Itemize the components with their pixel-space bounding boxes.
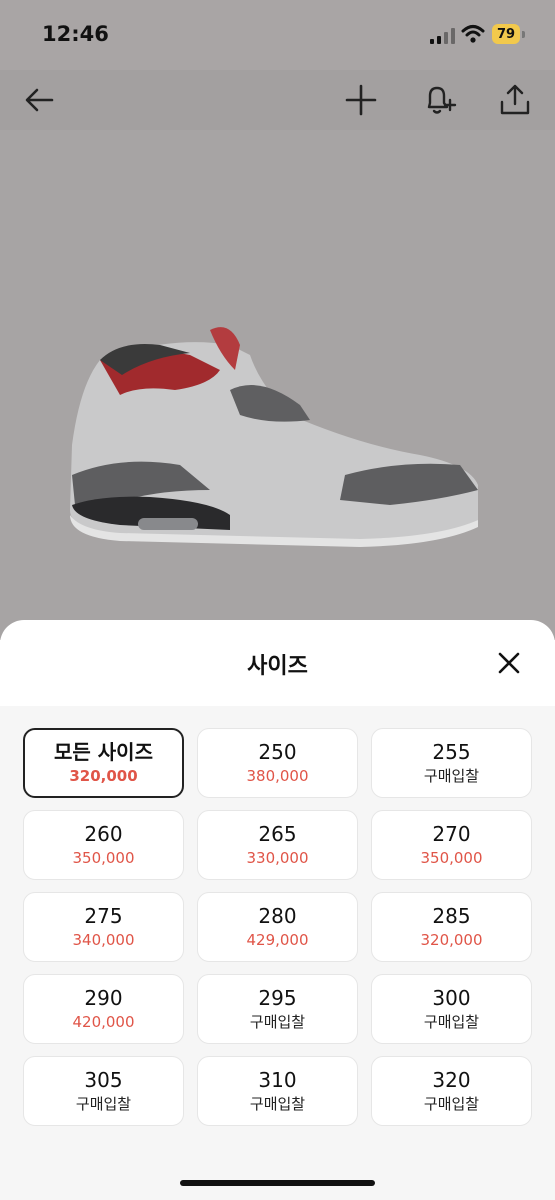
size-option[interactable]: 305 구매입찰 xyxy=(23,1056,184,1126)
bid-label: 구매입찰 xyxy=(75,1095,132,1113)
size-label: 모든 사이즈 xyxy=(54,740,153,764)
price-label: 420,000 xyxy=(72,1013,135,1031)
size-label: 300 xyxy=(432,986,471,1010)
size-option[interactable]: 290 420,000 xyxy=(23,974,184,1044)
size-bottom-sheet: 사이즈 모든 사이즈 320,000 250 380,000 255 구매입찰 260 350… xyxy=(0,620,555,1200)
status-time: 12:46 xyxy=(42,22,109,46)
size-option[interactable]: 255 구매입찰 xyxy=(371,728,532,798)
size-option[interactable]: 295 구매입찰 xyxy=(197,974,358,1044)
share-icon[interactable] xyxy=(497,82,533,118)
bid-label: 구매입찰 xyxy=(249,1095,306,1113)
price-label: 350,000 xyxy=(72,849,135,867)
size-grid: 모든 사이즈 320,000 250 380,000 255 구매입찰 260 350,000… xyxy=(23,728,532,1126)
price-label: 330,000 xyxy=(246,849,309,867)
size-label: 250 xyxy=(258,740,297,764)
sneaker-image xyxy=(70,327,478,547)
cellular-signal-icon xyxy=(430,28,456,44)
size-option[interactable]: 300 구매입찰 xyxy=(371,974,532,1044)
size-label: 285 xyxy=(432,904,471,928)
size-option[interactable]: 285 320,000 xyxy=(371,892,532,962)
bid-label: 구매입찰 xyxy=(423,1013,480,1031)
size-label: 295 xyxy=(258,986,297,1010)
sheet-header: 사이즈 xyxy=(0,620,555,706)
price-label: 320,000 xyxy=(420,931,483,949)
price-label: 429,000 xyxy=(246,931,309,949)
size-label: 265 xyxy=(258,822,297,846)
price-label: 380,000 xyxy=(246,767,309,785)
size-option[interactable]: 270 350,000 xyxy=(371,810,532,880)
size-option[interactable]: 250 380,000 xyxy=(197,728,358,798)
battery-icon: 79 xyxy=(492,24,526,46)
size-grid-area: 모든 사이즈 320,000 250 380,000 255 구매입찰 260 350,000… xyxy=(0,706,555,1200)
battery-tip xyxy=(522,31,525,38)
bell-plus-icon[interactable] xyxy=(421,82,457,118)
price-label: 350,000 xyxy=(420,849,483,867)
size-label: 270 xyxy=(432,822,471,846)
product-image-area xyxy=(0,130,555,640)
size-option[interactable]: 280 429,000 xyxy=(197,892,358,962)
bid-label: 구매입찰 xyxy=(423,767,480,785)
size-label: 305 xyxy=(84,1068,123,1092)
size-label: 260 xyxy=(84,822,123,846)
home-indicator[interactable] xyxy=(180,1180,375,1186)
bid-label: 구매입찰 xyxy=(423,1095,480,1113)
size-option[interactable]: 310 구매입찰 xyxy=(197,1056,358,1126)
size-option-all[interactable]: 모든 사이즈 320,000 xyxy=(23,728,184,798)
price-label: 340,000 xyxy=(72,931,135,949)
size-label: 255 xyxy=(432,740,471,764)
back-arrow-icon[interactable] xyxy=(22,82,58,118)
price-label: 320,000 xyxy=(69,767,138,785)
size-label: 290 xyxy=(84,986,123,1010)
bid-label: 구매입찰 xyxy=(249,1013,306,1031)
wifi-icon xyxy=(461,24,485,44)
size-option[interactable]: 260 350,000 xyxy=(23,810,184,880)
sheet-title: 사이즈 xyxy=(247,654,308,679)
top-bar xyxy=(0,70,555,130)
plus-icon[interactable] xyxy=(343,82,379,118)
size-label: 275 xyxy=(84,904,123,928)
size-option[interactable]: 320 구매입찰 xyxy=(371,1056,532,1126)
size-label: 310 xyxy=(258,1068,297,1092)
close-icon[interactable] xyxy=(493,647,525,679)
size-option[interactable]: 265 330,000 xyxy=(197,810,358,880)
size-label: 320 xyxy=(432,1068,471,1092)
status-bar: 12:46 79 xyxy=(0,0,555,70)
size-label: 280 xyxy=(258,904,297,928)
size-option[interactable]: 275 340,000 xyxy=(23,892,184,962)
battery-level: 79 xyxy=(492,24,520,44)
